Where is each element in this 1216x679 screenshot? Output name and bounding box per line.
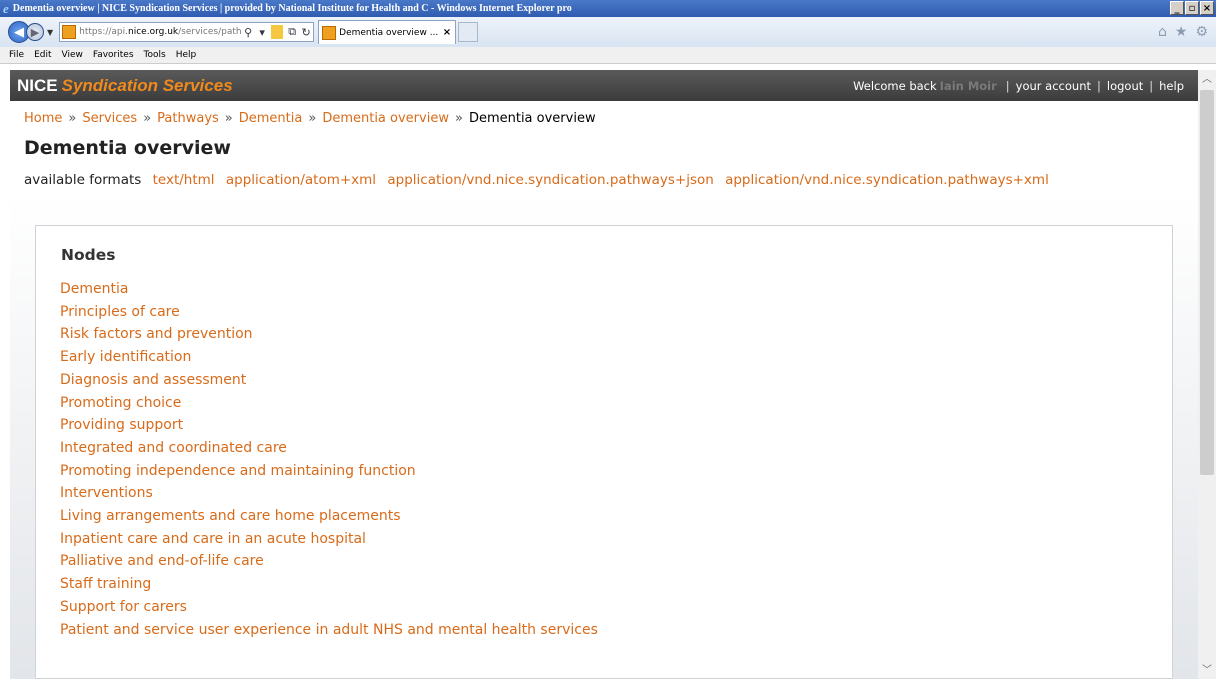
window-title: Dementia overview | NICE Syndication Ser… — [12, 3, 572, 14]
node-link[interactable]: Support for carers — [60, 596, 598, 619]
breadcrumb-services[interactable]: Services — [82, 111, 137, 126]
tab-close-icon[interactable]: × — [443, 27, 451, 38]
site-logo[interactable]: NICE Syndication Services — [17, 76, 233, 96]
node-link[interactable]: Integrated and coordinated care — [60, 437, 598, 460]
node-link[interactable]: Living arrangements and care home placem… — [60, 505, 598, 528]
restore-button[interactable]: ▫ — [1185, 1, 1199, 15]
menu-file[interactable]: File — [9, 50, 24, 60]
node-link[interactable]: Palliative and end-of-life care — [60, 550, 598, 573]
window-controls: _ ▫ × — [1170, 1, 1214, 15]
tab-title: Dementia overview ... — [339, 27, 439, 38]
nodes-heading: Nodes — [61, 246, 116, 264]
menu-bar: File Edit View Favorites Tools Help — [0, 47, 1216, 64]
format-atom-xml[interactable]: application/atom+xml — [226, 172, 376, 188]
format-text-html[interactable]: text/html — [153, 172, 215, 188]
welcome-text: Welcome back — [853, 78, 937, 93]
search-icon[interactable]: ⚲ — [241, 26, 255, 39]
tab-favicon-icon — [322, 25, 337, 40]
available-formats: available formats text/html application/… — [24, 172, 1049, 188]
format-pathways-json[interactable]: application/vnd.nice.syndication.pathway… — [387, 172, 713, 188]
node-link[interactable]: Dementia — [60, 278, 598, 301]
nodes-panel: Nodes Dementia Principles of care Risk f… — [35, 225, 1173, 679]
site-header: NICE Syndication Services Welcome back Ia… — [10, 70, 1198, 101]
scroll-down-icon[interactable]: ﹀ — [1198, 663, 1216, 679]
your-account-link[interactable]: your account — [1016, 79, 1091, 93]
browser-nav-bar: ◀ ▶ ▼ https://api.nice.org.uk/services/p… — [0, 17, 1216, 47]
address-bar[interactable]: https://api.nice.org.uk/services/pathway… — [59, 22, 315, 42]
menu-tools[interactable]: Tools — [144, 50, 166, 60]
address-dropdown-icon[interactable]: ▾ — [255, 26, 269, 39]
menu-edit[interactable]: Edit — [34, 50, 51, 60]
logout-link[interactable]: logout — [1107, 79, 1143, 93]
nodes-list: Dementia Principles of care Risk factors… — [60, 278, 598, 641]
scroll-up-icon[interactable]: ︿ — [1198, 72, 1216, 88]
menu-view[interactable]: View — [62, 50, 83, 60]
breadcrumb-home[interactable]: Home — [24, 111, 62, 126]
help-link[interactable]: help — [1159, 79, 1184, 93]
close-window-button[interactable]: × — [1200, 1, 1214, 15]
vertical-scrollbar[interactable]: ︿ ﹀ — [1198, 70, 1216, 679]
formats-label: available formats — [24, 172, 142, 188]
browser-tab[interactable]: Dementia overview ... × — [318, 20, 457, 44]
forward-button[interactable]: ▶ — [26, 23, 44, 41]
user-name: Iain Moir — [939, 78, 997, 93]
scrollbar-thumb[interactable] — [1200, 90, 1214, 475]
refresh-icon[interactable]: ↻ — [299, 26, 313, 39]
node-link[interactable]: Principles of care — [60, 301, 598, 324]
node-link[interactable]: Diagnosis and assessment — [60, 369, 598, 392]
menu-help[interactable]: Help — [176, 50, 197, 60]
gear-icon[interactable]: ⚙ — [1195, 24, 1208, 40]
new-tab-button[interactable] — [458, 22, 479, 42]
breadcrumb-current: Dementia overview — [468, 111, 596, 126]
address-url[interactable]: https://api.nice.org.uk/services/pathway… — [79, 27, 241, 37]
window-title-bar: e Dementia overview | NICE Syndication S… — [0, 0, 1216, 17]
page-title: Dementia overview — [24, 137, 231, 159]
node-link[interactable]: Promoting independence and maintaining f… — [60, 460, 598, 483]
breadcrumb-dementia-overview[interactable]: Dementia overview — [322, 111, 449, 126]
breadcrumb: Home» Services» Pathways» Dementia» Dementia… — [24, 111, 596, 126]
node-link[interactable]: Promoting choice — [60, 392, 598, 415]
star-icon[interactable]: ★ — [1175, 24, 1188, 40]
page-body: Home» Services» Pathways» Dementia» Dementia… — [10, 101, 1198, 679]
node-link[interactable]: Patient and service user experience in a… — [60, 619, 598, 642]
node-link[interactable]: Early identification — [60, 346, 598, 369]
compatibility-icon[interactable]: ⧉ — [285, 25, 299, 39]
format-pathways-xml[interactable]: application/vnd.nice.syndication.pathway… — [725, 172, 1049, 188]
minimize-button[interactable]: _ — [1170, 1, 1184, 15]
node-link[interactable]: Interventions — [60, 482, 598, 505]
node-link[interactable]: Risk factors and prevention — [60, 323, 598, 346]
node-link[interactable]: Staff training — [60, 573, 598, 596]
breadcrumb-pathways[interactable]: Pathways — [157, 111, 219, 126]
history-dropdown-icon[interactable]: ▼ — [47, 28, 53, 37]
menu-favorites[interactable]: Favorites — [93, 50, 134, 60]
site-favicon-icon — [62, 25, 77, 39]
user-bar: Welcome back Iain Moir | your account | … — [853, 78, 1184, 93]
home-icon[interactable]: ⌂ — [1158, 24, 1167, 40]
lock-icon[interactable] — [271, 25, 284, 39]
node-link[interactable]: Inpatient care and care in an acute hosp… — [60, 528, 598, 551]
ie-logo-icon: e — [3, 0, 9, 16]
breadcrumb-dementia[interactable]: Dementia — [239, 111, 303, 126]
browser-toolbar-icons: ⌂ ★ ⚙ — [1158, 24, 1208, 40]
node-link[interactable]: Providing support — [60, 414, 598, 437]
